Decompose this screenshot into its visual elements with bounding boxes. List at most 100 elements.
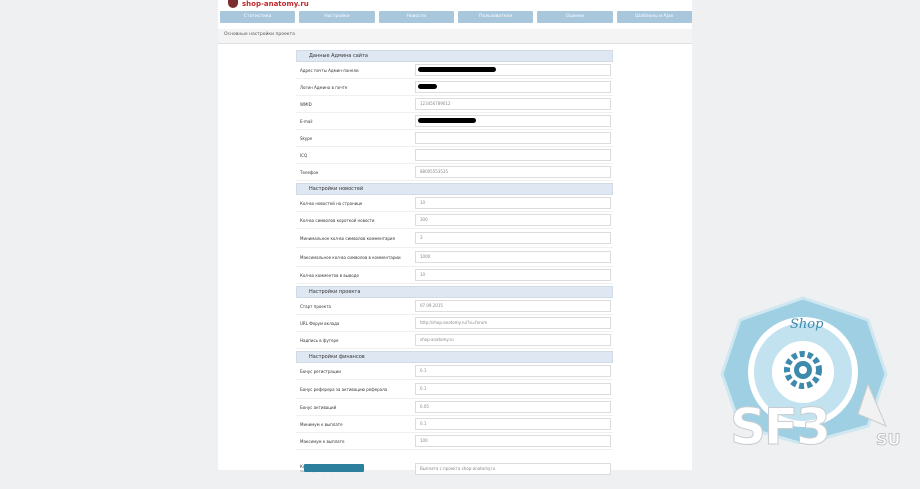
field-label-text: Бонус активаций (300, 404, 337, 410)
settings-form: Данные Админа сайта Адрес почты Админ-пан… (296, 48, 613, 489)
text-input[interactable]: 88005553535 (415, 166, 611, 178)
text-input[interactable]: 0.1 (415, 418, 611, 430)
field-label-text: Телефон (300, 169, 319, 175)
field-label: Минимальное кол-во символов комментария (296, 236, 415, 241)
field-label-text: Максимум к выплате (300, 438, 345, 444)
redaction-mark (418, 84, 438, 89)
field-label-text: WMID (300, 101, 312, 107)
form-row: Кол-во новостей на странице 10 (296, 195, 613, 212)
field-label: Бонус регистрации (296, 369, 415, 374)
form-row: Старт проекта 07.09.2015 (296, 298, 613, 315)
field-value: 0.1 (420, 386, 427, 391)
field-label: ICQ (296, 153, 415, 158)
field-label-text: Кол-во символов короткой новости (300, 217, 375, 223)
text-input[interactable]: 1000 (415, 251, 611, 263)
field-label: Надпись в футере (296, 338, 415, 343)
field-value: 123456789012 (420, 101, 451, 106)
text-input[interactable]: 300 (415, 214, 611, 226)
text-area[interactable]: Выплата с проекта shop-anatomy.ru (415, 463, 611, 475)
field-label-text: Старт проекта (300, 303, 331, 309)
text-input[interactable] (415, 81, 611, 93)
nav-item-ratings[interactable]: Оценки (537, 11, 613, 23)
save-button[interactable] (304, 464, 364, 472)
field-value: 10 (420, 272, 426, 277)
nav-item-settings[interactable]: Настройки (299, 11, 375, 23)
field-label: Адрес почты Админ-панели (296, 68, 415, 73)
text-input[interactable]: 3 (415, 232, 611, 244)
field-value: 100 (420, 438, 428, 443)
text-input[interactable]: 0.05 (415, 401, 611, 413)
field-label: Бонус активаций (296, 405, 415, 410)
field-value: shop-anatomy.ru (420, 337, 454, 342)
text-input[interactable]: 10 (415, 197, 611, 209)
nav-item-stats[interactable]: Статистика (220, 11, 296, 23)
site-logo[interactable]: shop-anatomy.ru (228, 0, 309, 8)
text-input[interactable]: 0.1 (415, 383, 611, 395)
field-label: Старт проекта (296, 304, 415, 309)
field-label: Телефон (296, 170, 415, 175)
field-label: Максимум к выплате (296, 439, 415, 444)
field-label-text: ICQ (300, 152, 308, 158)
top-nav: Статистика Настройки Новости Пользовател… (220, 11, 692, 23)
logo-text: shop-anatomy.ru (242, 0, 309, 8)
field-label-text: Кол-во новостей на странице (300, 200, 363, 206)
field-value: 300 (420, 217, 428, 222)
field-label: Минимум к выплате (296, 422, 415, 427)
field-label-text: Адрес почты Админ-панели (300, 67, 359, 73)
text-input[interactable]: 10 (415, 269, 611, 281)
nav-item-templates[interactable]: Шаблоны и Ajax (616, 11, 692, 23)
field-label: Кол-во новостей на странице (296, 201, 415, 206)
section-header: Настройки финансов (296, 351, 613, 363)
field-label-text: E-mail (300, 118, 313, 124)
field-label: Максимальное кол-во символов в комментар… (296, 255, 415, 260)
field-label-text: Бонус регистрации (300, 368, 341, 374)
text-input[interactable] (415, 149, 611, 161)
form-row: Бонус активаций 0.05 (296, 399, 613, 416)
field-label: URL Форум вклада (296, 321, 415, 326)
breadcrumb-bar: Основные настройки проекта (218, 29, 692, 44)
text-input[interactable]: shop-anatomy.ru (415, 334, 611, 346)
field-label: Кол-во комментов в выводе (296, 273, 415, 278)
redaction-mark (418, 118, 477, 123)
field-label-text: Минимум к выплате (300, 421, 343, 427)
text-input[interactable] (415, 115, 611, 127)
form-row: Адрес почты Админ-панели (296, 62, 613, 79)
text-input[interactable] (415, 64, 611, 76)
text-input[interactable]: 07.09.2015 (415, 300, 611, 312)
redaction-mark (418, 67, 496, 72)
form-row: Надпись в футере shop-anatomy.ru (296, 332, 613, 349)
field-value: 1000 (420, 254, 431, 259)
form-row: Кол-во символов короткой новости 300 (296, 212, 613, 229)
form-row: Максимум к выплате 100 (296, 433, 613, 450)
section-header: Настройки проекта (296, 286, 613, 298)
watermark-text: SF3 (730, 398, 832, 457)
field-label-text: Логин Админа в почте (300, 84, 348, 90)
field-label-text: Максимальное кол-во символов в комментар… (300, 254, 401, 260)
text-input[interactable]: 0.1 (415, 365, 611, 377)
field-value: Выплата с проекта shop-anatomy.ru (420, 466, 496, 471)
text-input[interactable] (415, 132, 611, 144)
field-value: 0.1 (420, 421, 427, 426)
nav-item-users[interactable]: Пользователи (457, 11, 534, 23)
field-value: 0.05 (420, 404, 429, 409)
text-input[interactable]: 100 (415, 435, 611, 447)
form-row: Минимальное кол-во символов комментария 3 (296, 229, 613, 248)
text-input[interactable]: 123456789012 (415, 98, 611, 110)
watermark-suffix: SU (876, 430, 901, 450)
form-row: Бонус реферера за активацию реферала 0.1 (296, 380, 613, 399)
field-label: WMID (296, 102, 415, 107)
field-value: http://shop-anatomy.ru/?a=forum (420, 320, 488, 325)
field-label-text: Минимальное кол-во символов комментария (300, 235, 395, 241)
form-row: WMID 123456789012 (296, 96, 613, 113)
form-row: Skype (296, 130, 613, 147)
form-row: Кол-во комментов в выводе 10 (296, 267, 613, 284)
text-input[interactable]: http://shop-anatomy.ru/?a=forum (415, 317, 611, 329)
field-label: Логин Админа в почте (296, 85, 415, 90)
field-label: Кол-во символов короткой новости (296, 218, 415, 223)
badge-ring-text: Shop (790, 317, 824, 332)
form-row: Минимум к выплате 0.1 (296, 416, 613, 433)
form-row: ICQ (296, 147, 613, 164)
form-row: URL Форум вклада http://shop-anatomy.ru/?… (296, 315, 613, 332)
nav-item-news[interactable]: Новости (378, 11, 454, 23)
field-value: 0.1 (420, 368, 427, 373)
